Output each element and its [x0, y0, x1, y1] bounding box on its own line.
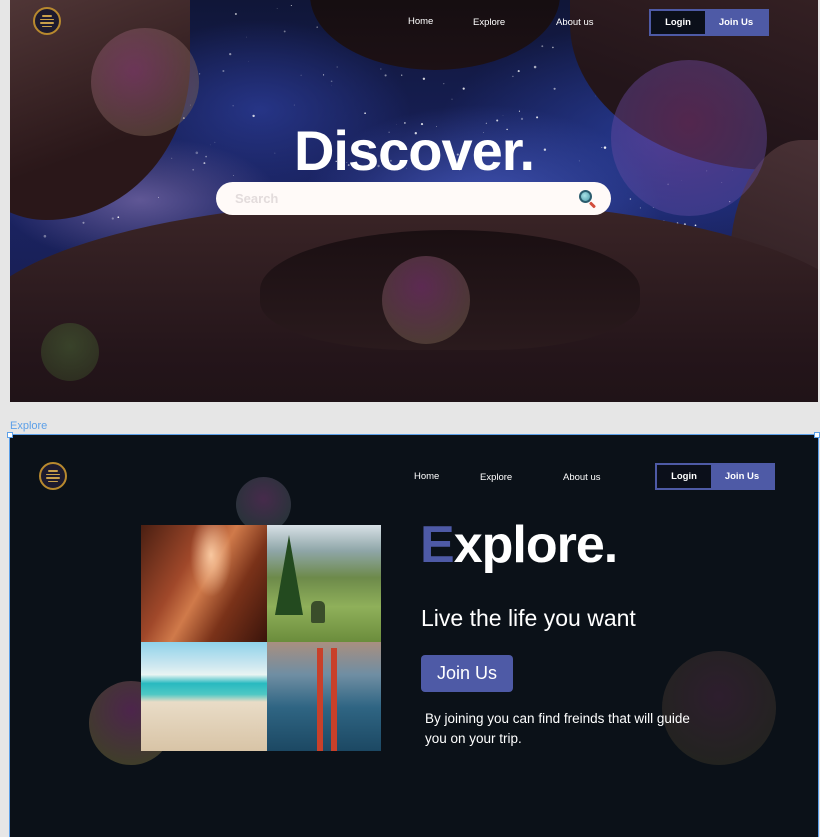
star	[629, 198, 632, 200]
explore-title-accent: E	[420, 516, 455, 574]
nav-about[interactable]: About us	[556, 17, 594, 28]
decorative-bubble	[41, 323, 99, 381]
star	[316, 26, 318, 28]
auth-buttons: Login Join Us	[655, 463, 775, 490]
star	[422, 77, 426, 80]
decorative-bubble	[236, 477, 291, 532]
explore-title: Explore.	[420, 515, 618, 575]
star	[330, 80, 333, 83]
star	[300, 74, 302, 76]
star	[198, 73, 201, 75]
photo-mosaic	[141, 525, 381, 751]
star	[502, 115, 504, 116]
star	[443, 83, 445, 85]
star	[111, 217, 114, 220]
star	[323, 74, 325, 76]
star	[117, 216, 120, 219]
star	[462, 87, 465, 90]
star	[380, 68, 382, 70]
logo-icon[interactable]	[33, 7, 61, 35]
login-button[interactable]: Login	[651, 11, 705, 34]
star	[246, 36, 248, 38]
hero-title: Discover.	[293, 119, 535, 182]
star	[222, 69, 225, 73]
star	[553, 87, 556, 90]
search-icon[interactable]	[579, 189, 597, 209]
auth-buttons: Login Join Us	[649, 9, 769, 36]
nav-home[interactable]: Home	[408, 16, 433, 27]
star	[533, 65, 537, 69]
star	[518, 110, 520, 112]
explore-title-rest: xplore.	[453, 516, 618, 574]
decorative-bubble	[382, 256, 470, 344]
star	[293, 104, 295, 106]
join-us-button[interactable]: Join Us	[705, 11, 767, 34]
star	[234, 12, 237, 16]
star	[512, 75, 514, 78]
frame-label[interactable]: Explore	[10, 420, 47, 432]
nav-home[interactable]: Home	[414, 471, 439, 482]
star	[384, 74, 387, 77]
tagline: Live the life you want	[421, 605, 636, 631]
star	[694, 224, 697, 227]
star	[336, 66, 338, 68]
description-text: By joining you can find freinds that wil…	[425, 711, 690, 746]
logo-icon[interactable]	[39, 462, 67, 490]
star	[541, 45, 544, 48]
login-button[interactable]: Login	[657, 465, 711, 488]
star	[229, 52, 232, 56]
join-us-button[interactable]: Join Us	[711, 465, 773, 488]
join-us-cta-button[interactable]: Join Us	[421, 655, 513, 692]
nav-explore[interactable]: Explore	[480, 472, 512, 483]
star	[43, 234, 47, 238]
star	[276, 8, 278, 9]
star	[82, 221, 85, 224]
canyon-photo	[141, 525, 267, 642]
beach-photo	[141, 642, 267, 751]
selection-handle[interactable]	[814, 432, 820, 438]
hiking-photo	[267, 525, 381, 642]
star	[232, 105, 234, 107]
star	[290, 5, 292, 6]
nav-explore[interactable]: Explore	[473, 17, 505, 28]
nav-about[interactable]: About us	[563, 472, 601, 483]
selection-handle[interactable]	[7, 432, 13, 438]
star	[252, 114, 255, 118]
search-input[interactable]	[235, 191, 579, 206]
star	[552, 46, 554, 49]
star	[401, 74, 403, 76]
star	[364, 112, 366, 114]
star	[283, 30, 286, 33]
star	[158, 196, 160, 198]
search-bar	[216, 182, 611, 215]
star	[517, 70, 520, 73]
discover-frame: Home Explore About us Login Join Us Disc…	[10, 0, 818, 402]
star	[451, 98, 453, 100]
explore-frame[interactable]: Home Explore About us Login Join Us Expl…	[9, 434, 819, 837]
star	[639, 207, 641, 209]
bridge-photo	[267, 642, 381, 751]
